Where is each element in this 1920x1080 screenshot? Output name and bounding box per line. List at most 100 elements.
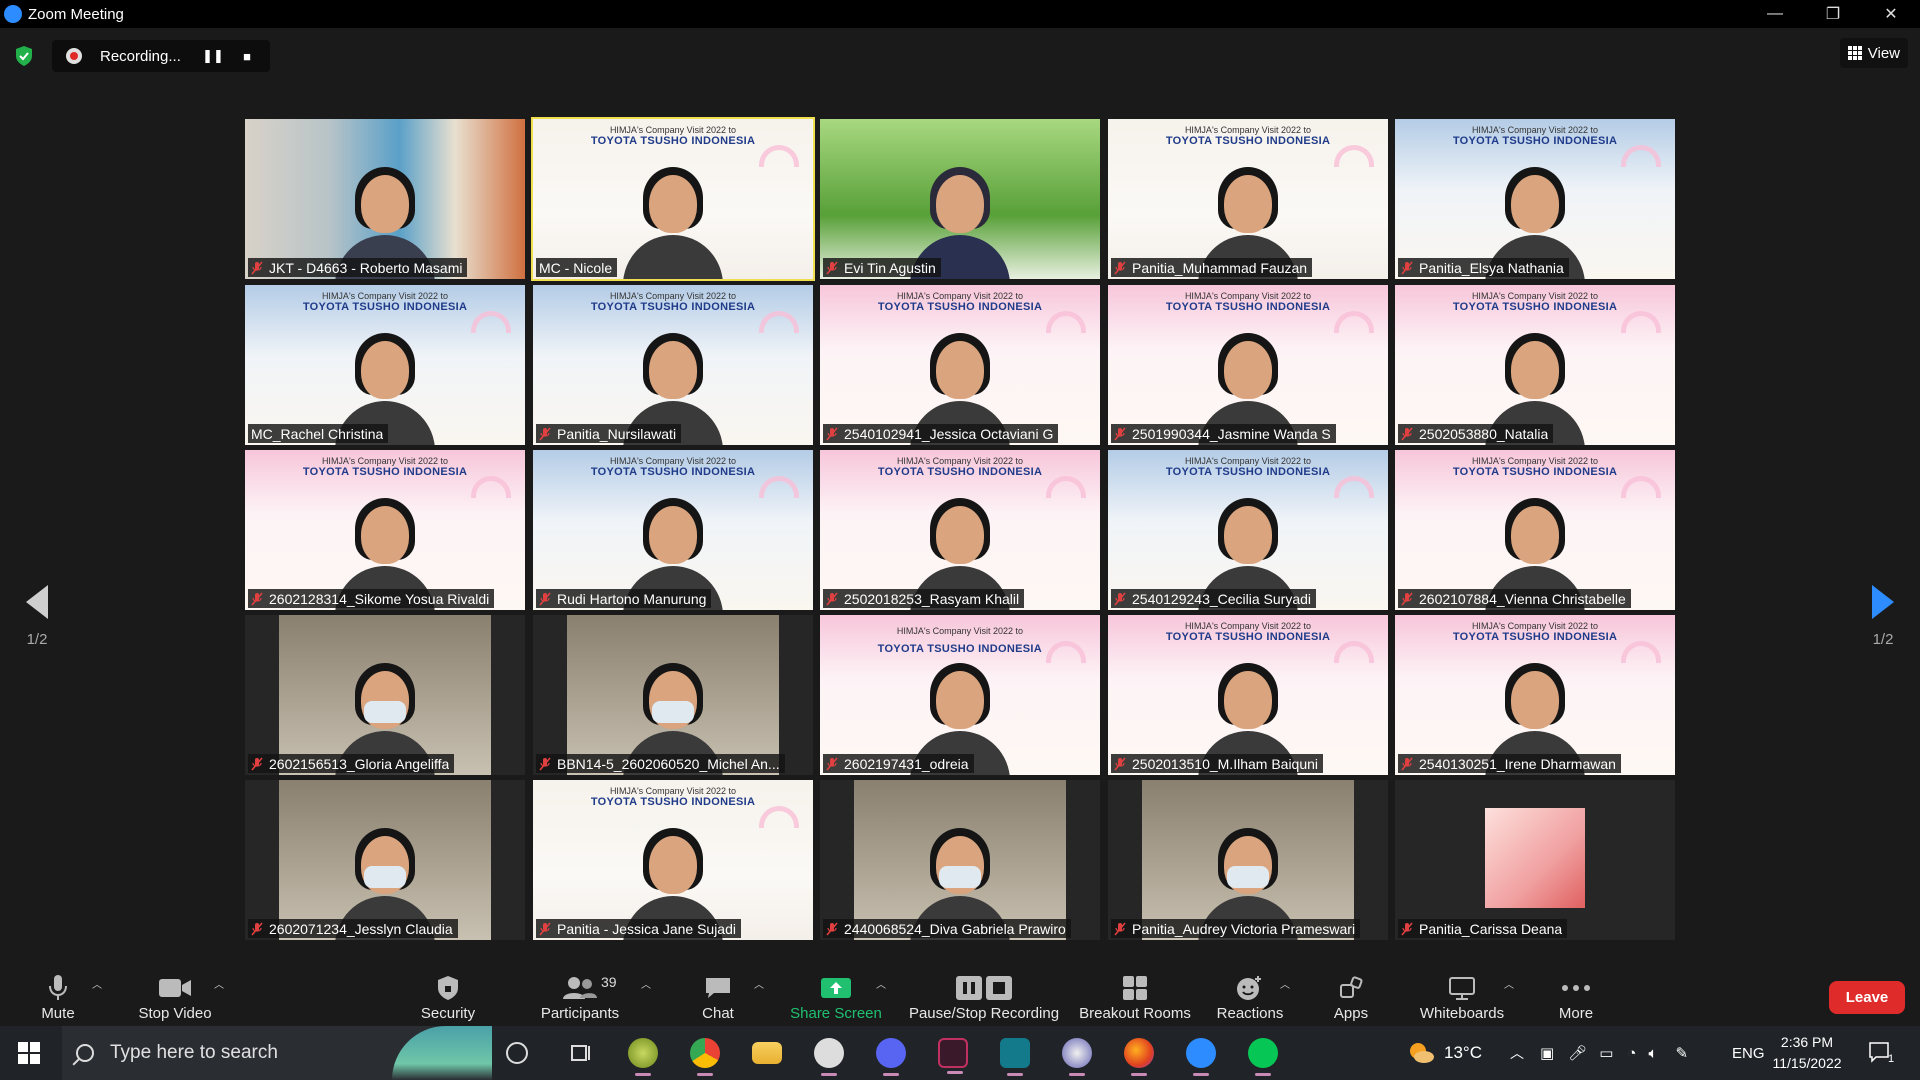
muted-microphone-icon — [826, 260, 838, 275]
participant-tile[interactable]: HIMJA's Company Visit 2022 toTOYOTA TSUS… — [533, 285, 813, 445]
security-button[interactable]: Security — [418, 960, 478, 1026]
battery-icon: ▭ — [1599, 1045, 1614, 1062]
tennis-ball-app-icon[interactable] — [628, 1038, 658, 1076]
participant-name: Panitia_Nursilawati — [557, 425, 677, 442]
chat-options-caret-icon[interactable]: ︿ — [754, 976, 764, 991]
line-chat-icon[interactable] — [1248, 1038, 1278, 1076]
participant-tile[interactable]: HIMJA's Company Visit 2022 toTOYOTA TSUS… — [1108, 285, 1388, 445]
teal-app-icon[interactable] — [1000, 1038, 1030, 1076]
cortana-circle-icon[interactable] — [506, 1042, 528, 1064]
participant-tile[interactable]: 2440068524_Diva Gabriela Prawiro — [820, 780, 1100, 940]
video-options-caret-icon[interactable]: ︿ — [214, 976, 224, 991]
participant-name-label: 2602071234_Jesslyn Claudia — [248, 919, 458, 938]
participant-name-label: Evi Tin Agustin — [823, 258, 941, 277]
weather-widget[interactable]: 13°C — [1406, 1026, 1482, 1080]
participants-button[interactable]: Participants — [538, 960, 622, 1026]
reactions-options-caret-icon[interactable]: ︿ — [1280, 976, 1290, 991]
notification-count: 1 — [1888, 1053, 1895, 1065]
participant-tile[interactable]: HIMJA's Company Visit 2022 toTOYOTA TSUS… — [1108, 615, 1388, 775]
apps-button[interactable]: Apps — [1330, 960, 1372, 1026]
participant-name: 2540129243_Cecilia Suryadi — [1132, 590, 1312, 607]
leave-button[interactable]: Leave — [1829, 981, 1905, 1014]
participant-tile[interactable]: HIMJA's Company Visit 2022 toTOYOTA TSUS… — [531, 117, 815, 281]
firefox-icon[interactable] — [1124, 1038, 1154, 1076]
participant-tile[interactable]: BBN14-5_2602060520_Michel An... — [533, 615, 813, 775]
participant-tile[interactable]: HIMJA's Company Visit 2022 toTOYOTA TSUS… — [820, 450, 1100, 610]
virtual-background-banner: HIMJA's Company Visit 2022 toTOYOTA TSUS… — [533, 291, 813, 313]
participant-tile[interactable]: HIMJA's Company Visit 2022 toTOYOTA TSUS… — [1108, 450, 1388, 610]
participant-tile[interactable]: HIMJA's Company Visit 2022 toTOYOTA TSUS… — [820, 615, 1100, 775]
participant-name-label: Rudi Hartono Manurung — [536, 589, 712, 608]
banner-line-2: TOYOTA TSUSHO INDONESIA — [590, 301, 756, 313]
chat-button[interactable]: Chat — [698, 960, 738, 1026]
windows-start-icon[interactable] — [18, 1042, 40, 1064]
participant-tile[interactable]: HIMJA's Company Visit 2022 toTOYOTA TSUS… — [1395, 615, 1675, 775]
whiteboards-options-caret-icon[interactable]: ︿ — [1504, 976, 1514, 991]
virtual-background-banner: HIMJA's Company Visit 2022 toTOYOTA TSUS… — [1395, 621, 1675, 643]
mute-button[interactable]: Mute — [30, 960, 86, 1026]
pause-stop-recording-label: Pause/Stop Recording — [908, 1005, 1060, 1022]
participants-options-caret-icon[interactable]: ︿ — [641, 976, 651, 991]
muted-microphone-icon — [1401, 591, 1413, 606]
chat-bubble-icon — [706, 978, 730, 998]
pause-stop-recording-button[interactable]: Pause/Stop Recording — [906, 960, 1062, 1026]
participant-name: MC_Rachel Christina — [251, 425, 384, 442]
banner-line-1: HIMJA's Company Visit 2022 to — [609, 456, 737, 466]
participant-name: 2602128314_Sikome Yosua Rivaldi — [269, 590, 490, 607]
more-button[interactable]: More — [1552, 960, 1600, 1026]
chrome-browser-icon[interactable] — [690, 1038, 720, 1076]
taskbar-search-box[interactable]: Type here to search — [62, 1026, 492, 1080]
action-center-button[interactable]: 1 — [1868, 1026, 1894, 1080]
system-tray-icons[interactable]: ︿ ▣ 🎤︎ ▭ ◔ 🔈︎ ✎ — [1510, 1026, 1688, 1080]
participant-tile[interactable]: Panitia_Audrey Victoria Prameswari — [1108, 780, 1388, 940]
banner-line-1: HIMJA's Company Visit 2022 to — [609, 125, 737, 135]
participant-tile[interactable]: 2602071234_Jesslyn Claudia — [245, 780, 525, 940]
participant-tile[interactable]: HIMJA's Company Visit 2022 toTOYOTA TSUS… — [533, 780, 813, 940]
banner-line-1: HIMJA's Company Visit 2022 to — [609, 291, 737, 301]
virtual-background-banner: HIMJA's Company Visit 2022 toTOYOTA TSUS… — [245, 291, 525, 313]
participant-tile[interactable]: HIMJA's Company Visit 2022 toTOYOTA TSUS… — [533, 450, 813, 610]
banner-line-1: HIMJA's Company Visit 2022 to — [1471, 621, 1599, 631]
participant-tile[interactable]: HIMJA's Company Visit 2022 toTOYOTA TSUS… — [1395, 450, 1675, 610]
zoom-taskbar-icon[interactable] — [1186, 1038, 1216, 1076]
breakout-rooms-button[interactable]: Breakout Rooms — [1078, 960, 1192, 1026]
participant-tile[interactable]: HIMJA's Company Visit 2022 toTOYOTA TSUS… — [1395, 285, 1675, 445]
banner-line-2: TOYOTA TSUSHO INDONESIA — [1452, 466, 1618, 478]
chat-label: Chat — [702, 1005, 734, 1022]
meet-now-camera-icon: ▣ — [1540, 1045, 1555, 1062]
audio-options-caret-icon[interactable]: ︿ — [92, 976, 102, 991]
muted-microphone-icon — [1401, 921, 1413, 936]
participant-tile[interactable]: HIMJA's Company Visit 2022 toTOYOTA TSUS… — [820, 285, 1100, 445]
taskbar-clock[interactable]: 2:36 PM 11/15/2022 — [1762, 1032, 1852, 1074]
muted-microphone-icon — [539, 756, 551, 771]
share-options-caret-icon[interactable]: ︿ — [876, 976, 886, 991]
whiteboards-button[interactable]: Whiteboards — [1416, 960, 1508, 1026]
participant-tile[interactable]: JKT - D4663 - Roberto Masami — [245, 119, 525, 279]
banner-line-2: TOYOTA TSUSHO INDONESIA — [302, 301, 468, 313]
banner-line-2: TOYOTA TSUSHO INDONESIA — [590, 135, 756, 147]
discord-icon[interactable] — [876, 1038, 906, 1076]
participant-tile[interactable]: HIMJA's Company Visit 2022 toTOYOTA TSUS… — [245, 285, 525, 445]
weather-cloud-sun-icon — [1410, 1043, 1434, 1063]
participant-tile[interactable]: HIMJA's Company Visit 2022 toTOYOTA TSUS… — [1395, 119, 1675, 279]
participant-tile[interactable]: 2602156513_Gloria Angeliffa — [245, 615, 525, 775]
language-indicator[interactable]: ENG — [1732, 1026, 1765, 1080]
participant-tile[interactable]: Panitia_Carissa Deana — [1395, 780, 1675, 940]
muted-microphone-icon — [539, 921, 551, 936]
paint-app-icon[interactable] — [1062, 1038, 1092, 1076]
participant-tile[interactable]: HIMJA's Company Visit 2022 toTOYOTA TSUS… — [1108, 119, 1388, 279]
share-screen-button[interactable]: Share Screen — [788, 960, 884, 1026]
stop-video-button[interactable]: Stop Video — [130, 960, 220, 1026]
visual-app-icon[interactable] — [938, 1038, 968, 1074]
participant-name: 2602197431_odreia — [844, 755, 969, 772]
virtual-background-banner: HIMJA's Company Visit 2022 toTOYOTA TSUS… — [820, 291, 1100, 313]
reactions-button[interactable]: Reactions — [1216, 960, 1284, 1026]
participant-tile[interactable]: HIMJA's Company Visit 2022 toTOYOTA TSUS… — [245, 450, 525, 610]
file-explorer-icon[interactable] — [752, 1042, 782, 1064]
task-view-icon[interactable] — [566, 1038, 596, 1068]
search-icon — [76, 1044, 94, 1062]
line-app-outline-icon[interactable] — [814, 1038, 844, 1076]
participant-tile[interactable]: Evi Tin Agustin — [820, 119, 1100, 279]
show-hidden-icons-chevron-icon[interactable]: ︿ — [1510, 1043, 1524, 1063]
virtual-background-banner: HIMJA's Company Visit 2022 toTOYOTA TSUS… — [1395, 125, 1675, 147]
